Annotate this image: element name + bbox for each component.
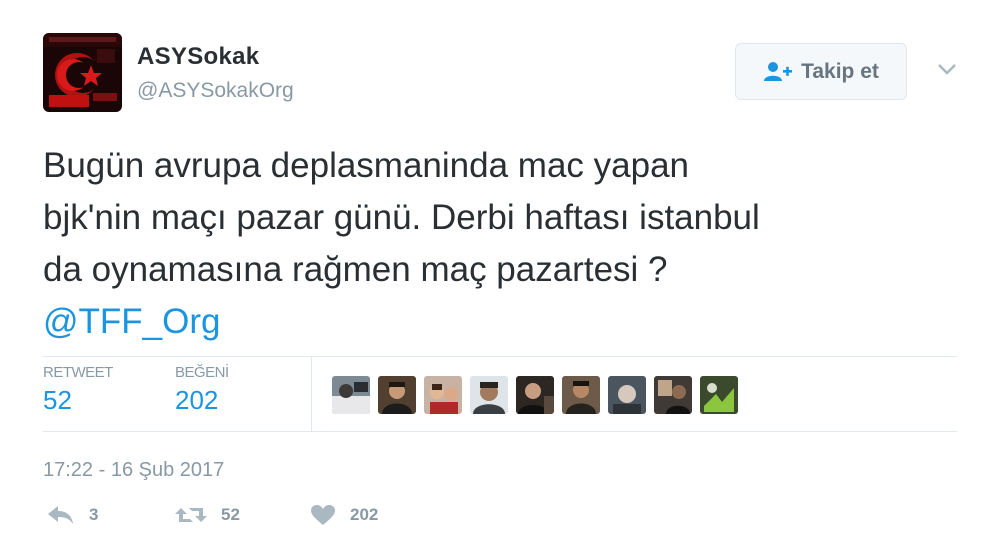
tweet-line: Bugün avrupa deplasmaninda mac yapan — [43, 146, 689, 185]
liker-avatar[interactable] — [654, 376, 692, 414]
liker-avatar[interactable] — [378, 376, 416, 414]
chevron-down-icon — [938, 64, 956, 75]
retweet-icon — [175, 508, 207, 522]
liker-avatar[interactable] — [562, 376, 600, 414]
tweet-line: bjk'nin maçı pazar günü. Derbi haftası i… — [43, 198, 760, 237]
tweet-line: da oynamasına rağmen maç pazartesi ? — [43, 250, 668, 289]
liker-avatar[interactable] — [332, 376, 370, 414]
liker-avatar[interactable] — [424, 376, 462, 414]
divider — [43, 356, 957, 357]
like-stat-value: 202 — [175, 385, 219, 415]
divider — [43, 431, 957, 432]
liker-avatar[interactable] — [470, 376, 508, 414]
mention-link[interactable]: @TFF_Org — [43, 296, 973, 348]
like-count: 202 — [350, 505, 379, 524]
more-menu-button[interactable] — [934, 60, 960, 78]
tweet-text: Bugün avrupa deplasmaninda mac yapan bjk… — [43, 140, 973, 348]
retweet-button[interactable]: 52 — [175, 504, 240, 526]
user-handle[interactable]: @ASYSokakOrg — [137, 79, 294, 103]
heart-icon — [311, 505, 335, 525]
like-button[interactable]: 202 — [310, 504, 378, 526]
reply-icon — [48, 506, 73, 524]
follow-button[interactable]: Takip et — [735, 43, 907, 100]
retweet-count: 52 — [221, 505, 240, 524]
reply-count: 3 — [89, 505, 99, 524]
follow-button-label: Takip et — [801, 59, 879, 83]
liker-avatar[interactable] — [516, 376, 554, 414]
reply-button[interactable]: 3 — [47, 504, 98, 526]
like-stat[interactable]: BEĞENİ 202 — [175, 364, 229, 416]
retweet-stat[interactable]: RETWEET 52 — [43, 364, 113, 416]
liker-avatar[interactable] — [700, 376, 738, 414]
like-stat-label: BEĞENİ — [175, 364, 229, 381]
follow-user-plus-icon — [764, 61, 793, 81]
liker-avatars — [332, 376, 738, 414]
liker-avatar[interactable] — [608, 376, 646, 414]
tweet-timestamp[interactable]: 17:22 - 16 Şub 2017 — [43, 459, 224, 482]
display-name[interactable]: ASYSokak — [137, 43, 259, 71]
avatar[interactable] — [43, 33, 122, 112]
stats-separator — [311, 357, 312, 431]
retweet-stat-label: RETWEET — [43, 364, 113, 381]
retweet-stat-value: 52 — [43, 385, 72, 415]
ultras-logo-avatar-icon — [43, 33, 122, 112]
